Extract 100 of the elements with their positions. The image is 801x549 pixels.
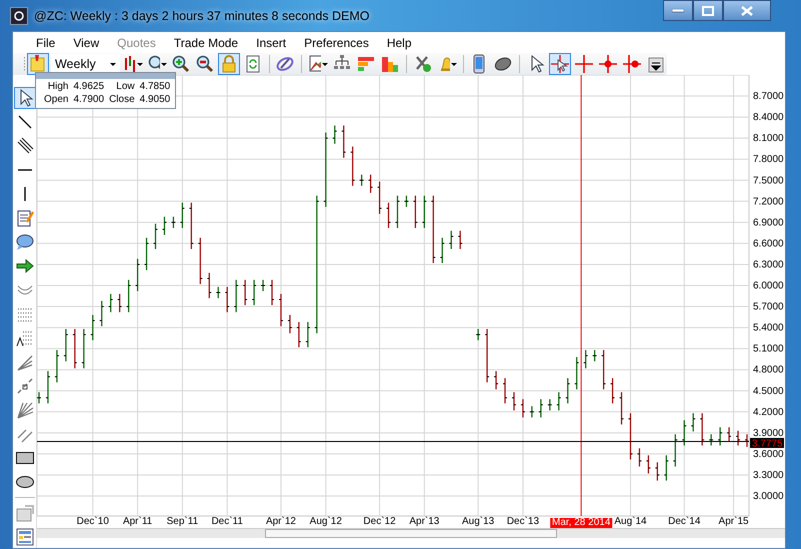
line-icon	[18, 116, 31, 128]
axis-label: Aug`12	[310, 516, 342, 527]
drawing-tool-button[interactable]	[14, 526, 36, 548]
axis-label: 6.6000	[753, 238, 784, 250]
axis-label: 6.0000	[753, 280, 784, 292]
scrollbar-thumb[interactable]	[265, 529, 557, 538]
axis-label: 3.0000	[753, 491, 784, 502]
axis-label: 7.2000	[753, 196, 784, 208]
axis-label: 3.3000	[753, 470, 784, 481]
zoom-in-icon	[172, 56, 189, 72]
chart-window-icon	[16, 505, 34, 522]
axis-label: 5.7000	[753, 302, 784, 313]
overflow-icon	[648, 58, 664, 72]
swirl-icon	[277, 57, 294, 71]
axis-label: 7.8000	[753, 154, 784, 166]
ohlc-label: Low	[115, 81, 135, 92]
axis-label: Dec`10	[76, 516, 109, 527]
tools-icon	[415, 56, 431, 72]
parallel-lines-icon	[17, 138, 33, 154]
axis-label: 5.4000	[753, 322, 784, 334]
app-icon	[10, 6, 28, 24]
fan-lines-icon	[16, 402, 34, 419]
note-icon	[17, 210, 34, 226]
axis-label: 3.6000	[753, 448, 784, 460]
axis-label: 8.4000	[753, 112, 784, 124]
menu-item[interactable]: Trade Mode	[164, 36, 248, 50]
mouse-icon	[495, 57, 512, 71]
minimize-icon	[672, 8, 684, 12]
crosshair-cursor-icon	[550, 54, 570, 74]
close-button[interactable]	[723, 0, 771, 21]
axis-label: 3.9000	[753, 428, 784, 439]
axis-label: 8.1000	[753, 133, 784, 144]
hierarchy-icon	[334, 55, 350, 69]
cursor-icon	[20, 88, 33, 107]
axis-label: Apr`12	[266, 516, 296, 527]
axis-label: 6.3000	[753, 259, 784, 270]
window-title: @ZC: Weekly : 3 days 2 hours 37 minutes 8 seconds DEMO	[34, 8, 370, 22]
price-marker: 3.7775	[750, 438, 784, 450]
pushpin-icon	[30, 55, 44, 72]
axis-label: Dec`12	[363, 516, 396, 527]
menu-item[interactable]: View	[64, 36, 108, 50]
minimize-button[interactable]	[663, 0, 693, 21]
axis-label: Sep`11	[166, 516, 198, 527]
axis-label: Apr`15	[718, 516, 749, 527]
menu-item[interactable]: Help	[378, 36, 421, 50]
toolbar-button[interactable]	[548, 53, 571, 75]
arc-icon	[17, 286, 32, 294]
column-chart-icon	[382, 57, 398, 72]
axis-label: Apr`11	[122, 516, 152, 527]
menu-item[interactable]: File	[27, 36, 64, 50]
axis-label: Aug`14	[614, 516, 647, 527]
ohlc-label: Open	[44, 94, 68, 105]
rectangle-icon	[16, 452, 34, 464]
padlock-icon	[222, 55, 236, 72]
menu-item[interactable]: Insert	[247, 36, 296, 50]
gann-icon	[16, 378, 32, 394]
axis-label: Aug`13	[462, 516, 494, 527]
crosshair-dot-icon	[622, 54, 642, 74]
template-icon	[16, 528, 33, 546]
zoom-out-icon	[196, 56, 213, 72]
period-dropdown[interactable]: Weekly	[50, 54, 120, 74]
cursor-icon	[531, 54, 544, 73]
axis-label: 4.2000	[753, 406, 784, 418]
ohlc-label: High	[46, 81, 68, 92]
ohlc-value: 4.9625	[73, 81, 104, 92]
bell-icon	[440, 58, 450, 71]
vertical-line-icon	[24, 187, 26, 201]
drawing-tool-button[interactable]	[14, 87, 36, 109]
maximize-button[interactable]	[693, 0, 723, 21]
speech-bubble-icon	[16, 234, 33, 250]
heatmap-icon	[358, 57, 374, 71]
axis-label: 4.5000	[753, 386, 784, 397]
ohlc-value: 4.7850	[140, 81, 170, 92]
axis-label: 4.8000	[753, 364, 784, 376]
axis-label: Dec`11	[211, 516, 243, 527]
arrow-icon	[16, 258, 34, 274]
axis-label: 7.5000	[753, 175, 784, 186]
dotted-lines-icon	[17, 308, 32, 322]
toolbar-button[interactable]	[170, 53, 192, 75]
crosshair-icon	[574, 54, 594, 74]
fan-lines-icon	[16, 355, 32, 371]
ellipse-icon	[16, 476, 34, 488]
axis-label: Dec`13	[506, 516, 540, 527]
date-marker: Mar, 28 2014	[550, 517, 612, 528]
horizontal-line-icon	[18, 169, 32, 171]
crosshair-dot-icon	[598, 54, 618, 74]
axis-label: 6.9000	[753, 217, 784, 228]
ohlc-value: 4.7900	[73, 94, 104, 105]
axis-label: 5.1000	[753, 344, 784, 355]
fibonacci-icon	[16, 332, 33, 346]
bar-chart-icon	[124, 55, 136, 73]
menu-item[interactable]: Preferences	[295, 36, 378, 50]
close-icon	[741, 6, 753, 16]
axis-label: Apr`13	[409, 516, 440, 527]
refresh-icon	[246, 56, 260, 72]
axis-label: 8.7000	[753, 91, 784, 102]
channel-icon	[16, 429, 32, 443]
maximize-icon	[702, 6, 714, 16]
chart-icon	[310, 56, 322, 72]
toolbar-button[interactable]	[194, 53, 216, 75]
